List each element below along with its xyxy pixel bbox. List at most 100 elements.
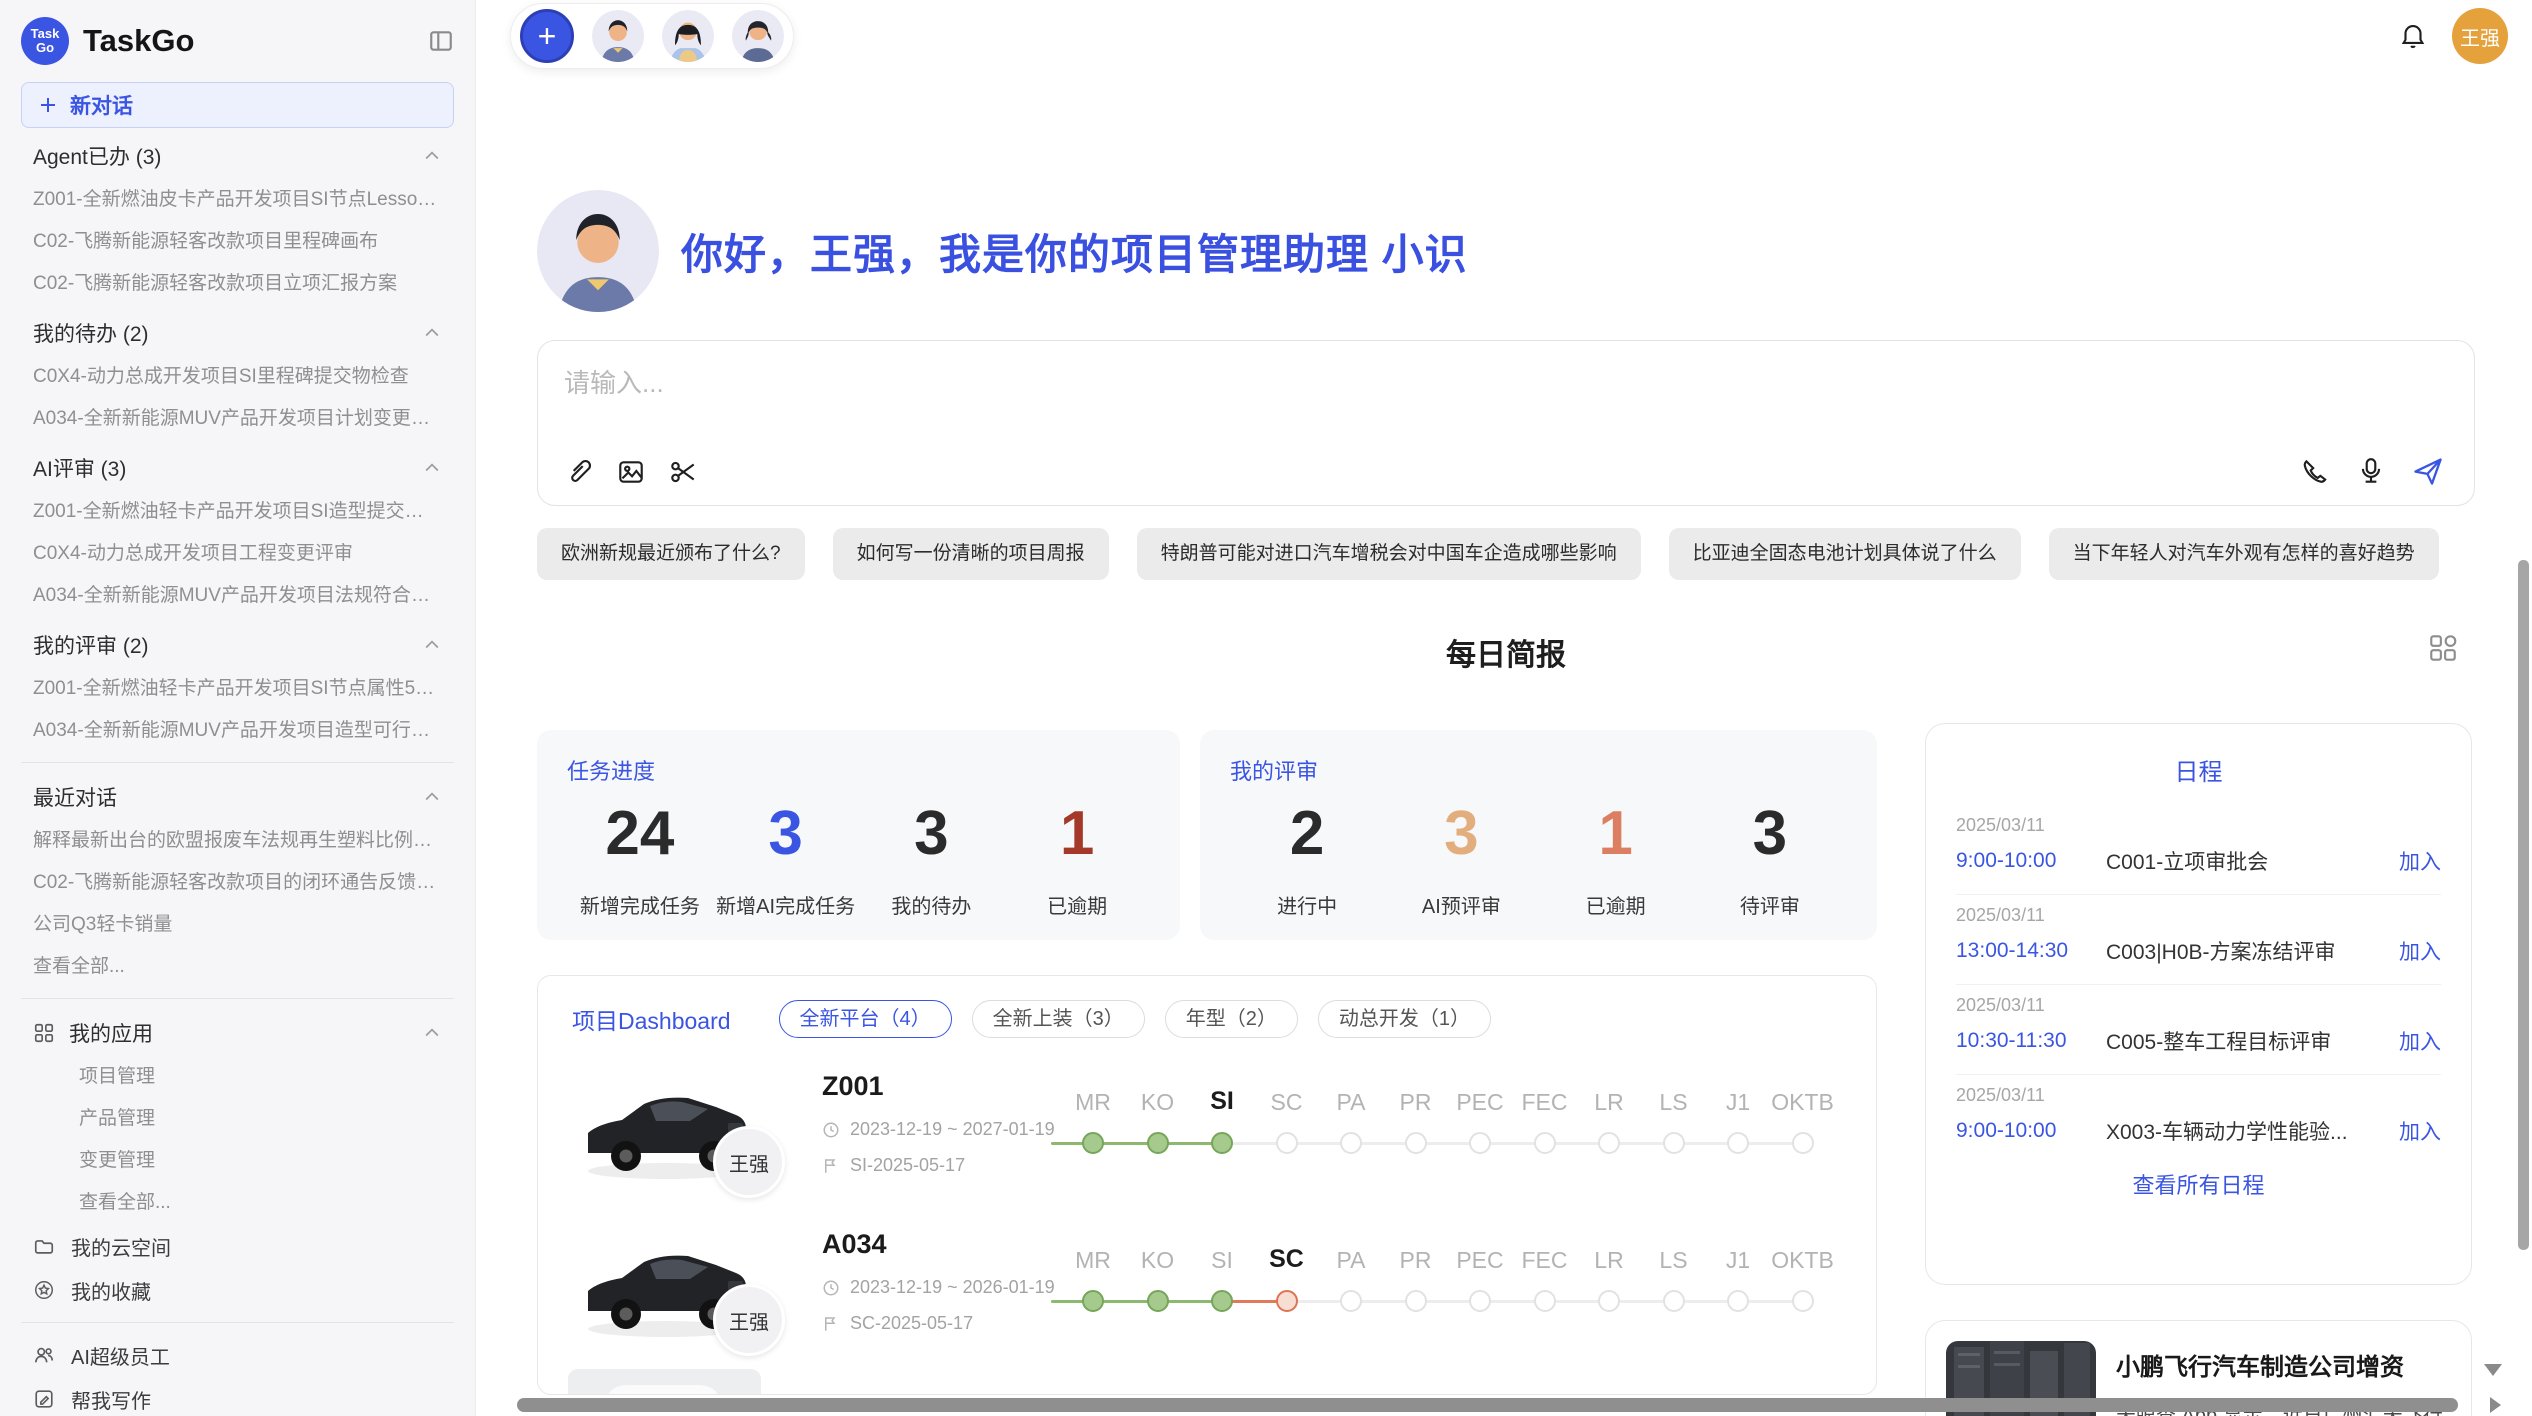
suggestion-chip[interactable]: 特朗普可能对进口汽车增税会对中国车企造成哪些影响 [1137, 528, 1641, 580]
agent-avatar[interactable] [662, 10, 714, 62]
apps-view-all[interactable]: 查看全部... [21, 1182, 454, 1224]
sidebar-item-label: 我的收藏 [71, 1276, 151, 1305]
briefing-layout-button[interactable] [2427, 632, 2459, 664]
sidebar-section-header[interactable]: Agent已办 (3) [21, 132, 454, 179]
voice-call-button[interactable] [2300, 456, 2330, 486]
project-row: 王强 Z001 2023-12-19 ~ 2027-01-19 [538, 1063, 1876, 1221]
suggestion-chip[interactable]: 当下年轻人对汽车外观有怎样的喜好趋势 [2049, 528, 2439, 580]
milestone-label: PEC [1448, 1247, 1512, 1274]
dashboard-filter-chip[interactable]: 动总开发（1） [1318, 1000, 1491, 1038]
view-all-schedule-link[interactable]: 查看所有日程 [1926, 1168, 2471, 1200]
sidebar-item-writing[interactable]: 帮我写作 [21, 1377, 454, 1416]
stat-value: 3 [859, 792, 1005, 876]
attach-file-button[interactable] [564, 457, 594, 487]
user-avatar[interactable]: 王强 [2452, 8, 2508, 64]
dashboard-header: 项目Dashboard 全新平台（4）全新上装（3）年型（2）动总开发（1） [538, 976, 1876, 1038]
chat-input[interactable] [564, 363, 2264, 433]
stat-value: 3 [1693, 792, 1847, 876]
add-agent-button[interactable]: + [520, 9, 574, 63]
dashboard-filter-chip[interactable]: 全新上装（3） [972, 1000, 1145, 1038]
sidebar-tools: AI超级员工帮我写作创意制图 [21, 1333, 454, 1416]
voice-input-button[interactable] [2356, 456, 2386, 486]
next-project-image-partial [568, 1369, 761, 1395]
sidebar-task-item[interactable]: A034-全新新能源MUV产品开发项目法规符合性评审 [21, 575, 454, 617]
join-meeting-link[interactable]: 加入 [2399, 846, 2441, 876]
sidebar-task-item[interactable]: C0X4-动力总成开发项目工程变更评审 [21, 533, 454, 575]
join-meeting-link[interactable]: 加入 [2399, 1116, 2441, 1146]
stat-label: 已逾期 [1004, 890, 1150, 919]
sidebar-section-header[interactable]: 我的评审 (2) [21, 621, 454, 668]
suggestion-chips: 欧洲新规最近颁布了什么? 如何写一份清晰的项目周报特朗普可能对进口汽车增税会对中国… [537, 528, 2497, 580]
vertical-scrollbar-thumb[interactable] [2518, 560, 2529, 1250]
app-title: TaskGo [83, 23, 414, 59]
project-code: Z001 [822, 1071, 884, 1102]
main-area: + [476, 0, 2532, 1416]
milestone-node [1792, 1290, 1814, 1312]
milestone-label: OKTB [1771, 1089, 1835, 1116]
milestone-node [1663, 1132, 1685, 1154]
join-meeting-link[interactable]: 加入 [2399, 1026, 2441, 1056]
recent-items: 解释最新出台的欧盟报废车法规再生塑料比例被调至15%...C02-飞腾新能源轻客… [21, 820, 454, 946]
milestone-label: LR [1577, 1089, 1641, 1116]
recent-chat-item[interactable]: 解释最新出台的欧盟报废车法规再生塑料比例被调至15%... [21, 820, 454, 862]
scroll-right-arrow-icon[interactable] [2490, 1397, 2501, 1413]
milestone-node [1211, 1132, 1233, 1154]
screenshot-button[interactable] [668, 457, 698, 487]
recent-section-title: 最近对话 [33, 782, 422, 812]
sidebar-task-item[interactable]: Z001-全新燃油皮卡产品开发项目SI节点Lesson Learn报告 [21, 179, 454, 221]
chevron-up-icon [422, 458, 442, 478]
sidebar-section-header[interactable]: 我的待办 (2) [21, 309, 454, 356]
milestone-label: LS [1642, 1247, 1706, 1274]
dashboard-filter-chip[interactable]: 年型（2） [1165, 1000, 1298, 1038]
schedule-item: 2025/03/119:00-10:00X003-车辆动力学性能验...加入 [1926, 1075, 2471, 1146]
clock-icon [822, 1279, 840, 1297]
project-owner-badge: 王强 [713, 1284, 785, 1356]
sidebar-task-item[interactable]: C02-飞腾新能源轻客改款项目立项汇报方案 [21, 263, 454, 305]
schedule-list: 2025/03/119:00-10:00C001-立项审批会加入 2025/03/… [1926, 805, 2471, 1146]
apps-section-header[interactable]: 我的应用 [21, 1009, 454, 1056]
recent-chat-item[interactable]: 公司Q3轻卡销量 [21, 904, 454, 946]
sidebar-task-item[interactable]: Z001-全新燃油轻卡产品开发项目SI节点属性5D文件评审 [21, 668, 454, 710]
agent-avatar[interactable] [732, 10, 784, 62]
suggestion-chip[interactable]: 如何写一份清晰的项目周报 [833, 528, 1109, 580]
sidebar-task-item[interactable]: Z001-全新燃油轻卡产品开发项目SI造型提交物评审 [21, 491, 454, 533]
cloud-icon [33, 1235, 55, 1257]
horizontal-scrollbar-thumb[interactable] [517, 1398, 2458, 1412]
milestone-label: MR [1061, 1089, 1125, 1116]
sidebar-task-item[interactable]: C0X4-动力总成开发项目SI里程碑提交物检查 [21, 356, 454, 398]
agent-avatar[interactable] [592, 10, 644, 62]
milestone-node [1276, 1290, 1298, 1312]
schedule-item: 2025/03/119:00-10:00C001-立项审批会加入 [1926, 805, 2471, 876]
collapse-sidebar-button[interactable] [428, 28, 454, 54]
schedule-item-main: 10:30-11:30C005-整车工程目标评审加入 [1956, 1026, 2441, 1056]
project-code: A034 [822, 1229, 887, 1260]
new-chat-button[interactable]: 新对话 [21, 82, 454, 128]
scroll-down-arrow-icon[interactable] [2484, 1364, 2502, 1376]
sidebar-section-header[interactable]: AI评审 (3) [21, 444, 454, 491]
sidebar-item-ai-super-staff[interactable]: AI超级员工 [21, 1333, 454, 1377]
app-item[interactable]: 变更管理 [21, 1140, 454, 1182]
recent-view-all[interactable]: 查看全部... [21, 946, 454, 988]
sidebar-task-item[interactable]: A034-全新新能源MUV产品开发项目造型可行性评审 [21, 710, 454, 752]
notification-bell-button[interactable] [2398, 21, 2428, 51]
dashboard-filter-chip[interactable]: 全新平台（4） [779, 1000, 952, 1038]
schedule-time: 13:00-14:30 [1956, 939, 2106, 963]
app-item[interactable]: 产品管理 [21, 1098, 454, 1140]
recent-section-header[interactable]: 最近对话 [21, 773, 454, 820]
greeting-text: 你好，王强，我是你的项目管理助理 小识 [681, 221, 1468, 282]
sidebar-task-item[interactable]: A034-全新新能源MUV产品开发项目计划变更表编写 [21, 398, 454, 440]
recent-chat-item[interactable]: C02-飞腾新能源轻客改款项目的闭环通告反馈情况 [21, 862, 454, 904]
app-item[interactable]: 项目管理 [21, 1056, 454, 1098]
send-button[interactable] [2412, 455, 2444, 487]
sidebar-item-favorites[interactable]: 我的收藏 [21, 1268, 454, 1312]
suggestion-chip[interactable]: 比亚迪全固态电池计划具体说了什么 [1669, 528, 2021, 580]
suggestion-chip[interactable]: 欧洲新规最近颁布了什么? [537, 528, 805, 580]
briefing-header: 每日简报 [537, 630, 2475, 674]
project-flag: SC-2025-05-17 [822, 1313, 973, 1334]
insert-image-button[interactable] [616, 457, 646, 487]
schedule-event-title: C003|H0B-方案冻结评审 [2106, 936, 2385, 966]
milestone-node [1792, 1132, 1814, 1154]
join-meeting-link[interactable]: 加入 [2399, 936, 2441, 966]
sidebar-task-item[interactable]: C02-飞腾新能源轻客改款项目里程碑画布 [21, 221, 454, 263]
sidebar-item-cloud[interactable]: 我的云空间 [21, 1224, 454, 1268]
